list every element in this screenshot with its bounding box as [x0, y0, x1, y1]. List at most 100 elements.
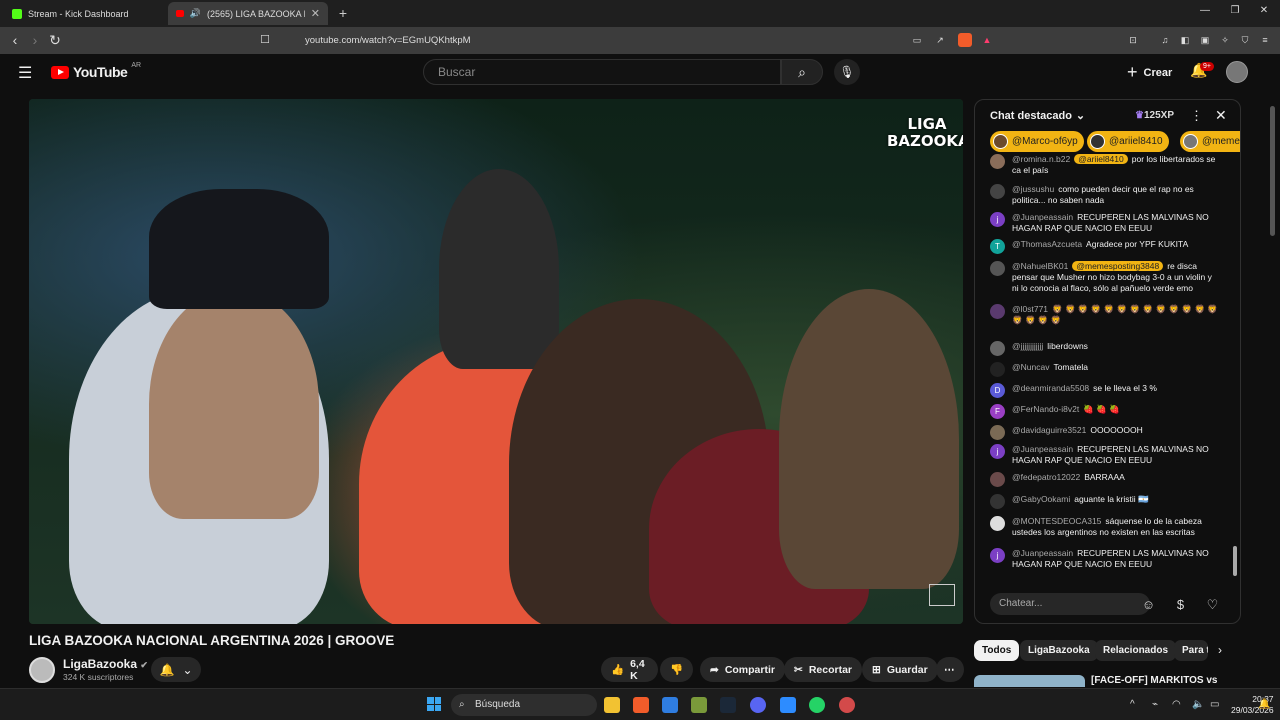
network-icon[interactable]: ⌁ — [1152, 699, 1158, 710]
chat-author[interactable]: @Nuncav — [1012, 362, 1049, 372]
windows-start-icon[interactable] — [427, 697, 441, 711]
chat-user-avatar[interactable]: T — [990, 239, 1005, 254]
chat-author[interactable]: @NahuelBK01 — [1012, 261, 1068, 271]
chat-author[interactable]: @ThomasAzcueta — [1012, 239, 1082, 249]
chat-message-list[interactable]: @romina.n.b22 @ariiel8410 por los libertar… — [975, 154, 1237, 586]
clip-button[interactable]: ✂ Recortar — [784, 657, 862, 682]
chevron-right-icon[interactable]: › — [1218, 643, 1222, 657]
back-icon[interactable]: ‹ — [6, 31, 24, 49]
chat-user-avatar[interactable]: D — [990, 383, 1005, 398]
chip-relacionados[interactable]: Relacionados — [1095, 640, 1177, 661]
restore-button[interactable]: ❐ — [1225, 5, 1245, 21]
share-icon[interactable]: ↗ — [933, 33, 947, 47]
channel-name[interactable]: LigaBazooka ✔ — [63, 657, 148, 671]
chat-author[interactable]: @FerNando-i8v2t — [1012, 404, 1079, 414]
music-icon[interactable]: ♫ — [1158, 33, 1172, 47]
cast-icon[interactable]: ▭ — [910, 33, 924, 47]
share-button[interactable]: ➦ Compartir — [700, 657, 785, 682]
bookmark-icon[interactable]: ☐ — [256, 31, 274, 49]
chat-user-avatar[interactable] — [990, 516, 1005, 531]
search-input[interactable]: Buscar — [423, 59, 781, 85]
video-player[interactable]: LIGA BAZOOKA — [29, 99, 963, 624]
recommended-title[interactable]: [FACE-OFF] MARKITOS vs — [1091, 675, 1217, 686]
close-window-button[interactable]: ✕ — [1254, 5, 1274, 21]
chat-scrollbar[interactable] — [1233, 546, 1237, 576]
chat-user-avatar[interactable] — [990, 341, 1005, 356]
chat-more-icon[interactable]: ⋮ — [1190, 108, 1203, 124]
browser-tab-kick[interactable]: Stream - Kick Dashboard — [4, 2, 166, 25]
sidebar-icon[interactable]: ◧ — [1178, 33, 1192, 47]
page-scrollbar[interactable] — [1270, 106, 1275, 236]
new-tab-button[interactable]: + — [334, 4, 352, 22]
super-chat-icon[interactable]: $ — [1172, 596, 1189, 613]
chat-user-avatar[interactable]: j — [990, 444, 1005, 459]
recommended-thumbnail[interactable] — [974, 675, 1085, 687]
pinned-user-chip[interactable]: @Marco-of6yp — [990, 131, 1084, 152]
pinned-user-chip[interactable]: @memes — [1180, 131, 1240, 152]
hamburger-menu-icon[interactable]: ☰ — [18, 65, 36, 83]
opera-icon[interactable] — [839, 697, 855, 713]
browser-tab-youtube[interactable]: 🔊 (2565) LIGA BAZOOKA NACIO ✕ — [168, 2, 328, 25]
tray-chevron-icon[interactable]: ^ — [1130, 699, 1135, 710]
chat-author[interactable]: @jjjjjjjjjjjj — [1012, 341, 1043, 351]
chat-author[interactable]: @Juanpeassain — [1012, 212, 1073, 222]
chat-mention-tag[interactable]: @ariiel8410 — [1074, 154, 1128, 164]
chat-user-avatar[interactable]: j — [990, 548, 1005, 563]
wifi-icon[interactable]: ◠ — [1172, 699, 1181, 710]
channel-avatar[interactable] — [29, 657, 55, 683]
reader-icon[interactable]: ⊡ — [1126, 33, 1140, 47]
chat-user-avatar[interactable] — [990, 494, 1005, 509]
emoji-icon[interactable]: ☺ — [1140, 596, 1157, 613]
chat-author[interactable]: @MONTESDEOCA315 — [1012, 516, 1101, 526]
chip-todos[interactable]: Todos — [974, 640, 1020, 661]
discord-icon[interactable] — [750, 697, 766, 713]
chat-user-avatar[interactable] — [990, 184, 1005, 199]
dislike-button[interactable]: 👎 — [660, 657, 693, 682]
xp-badge[interactable]: ♛125XP — [1135, 110, 1174, 121]
pinned-user-chip[interactable]: @ariiel8410 — [1087, 131, 1169, 152]
chat-user-avatar[interactable] — [990, 154, 1005, 169]
chat-author[interactable]: @deanmiranda5508 — [1012, 383, 1089, 393]
account-avatar[interactable] — [1226, 61, 1248, 83]
brave-icon[interactable] — [633, 697, 649, 713]
chat-author[interactable]: @davidaguirre3521 — [1012, 425, 1086, 435]
chat-user-avatar[interactable] — [990, 261, 1005, 276]
brave-shield-icon[interactable] — [958, 33, 972, 47]
chat-user-avatar[interactable] — [990, 304, 1005, 319]
chat-author[interactable]: @fedepatro12022 — [1012, 472, 1080, 482]
chat-author[interactable]: @GabyOokami — [1012, 494, 1070, 504]
wallet-icon[interactable]: ▣ — [1198, 33, 1212, 47]
vpn-icon[interactable]: ⛉ — [1238, 33, 1252, 47]
reload-icon[interactable]: ↻ — [46, 31, 64, 49]
store-icon[interactable] — [662, 697, 678, 713]
leo-icon[interactable]: ✧ — [1218, 33, 1232, 47]
chat-user-avatar[interactable] — [990, 472, 1005, 487]
create-button[interactable]: + Crear — [1127, 62, 1172, 83]
whatsapp-icon[interactable] — [809, 697, 825, 713]
search-button[interactable]: ⌕ — [781, 59, 823, 85]
like-button[interactable]: 👍 6,4 K — [601, 657, 658, 682]
chip-para-ti[interactable]: Para t — [1174, 640, 1208, 661]
chat-user-avatar[interactable]: F — [990, 404, 1005, 419]
chat-author[interactable]: @Juanpeassain — [1012, 548, 1073, 558]
chat-mode-dropdown[interactable]: Chat destacado ⌄ — [990, 109, 1085, 123]
battery-icon[interactable]: ▭ — [1210, 699, 1219, 710]
chat-mention-tag[interactable]: @memesposting3848 — [1072, 261, 1164, 271]
notifications-icon[interactable]: 🔔 — [1258, 699, 1270, 710]
taskbar-search[interactable]: ⌕ Búsqueda — [451, 694, 597, 716]
chat-close-icon[interactable]: ✕ — [1215, 107, 1227, 124]
brave-rewards-icon[interactable]: ▲ — [980, 33, 994, 47]
app-icon[interactable] — [691, 697, 707, 713]
steam-icon[interactable] — [720, 697, 736, 713]
chat-user-avatar[interactable] — [990, 425, 1005, 440]
subscription-bell-button[interactable]: 🔔 ⌄ — [151, 657, 201, 682]
chat-user-avatar[interactable] — [990, 362, 1005, 377]
chat-author[interactable]: @romina.n.b22 — [1012, 154, 1070, 164]
chat-user-avatar[interactable]: j — [990, 212, 1005, 227]
close-tab-icon[interactable]: ✕ — [311, 7, 320, 20]
forward-icon[interactable]: › — [26, 31, 44, 49]
chat-author[interactable]: @jussushu — [1012, 184, 1054, 194]
chat-author[interactable]: @Juanpeassain — [1012, 444, 1073, 454]
youtube-logo[interactable]: YouTube AR — [51, 62, 141, 80]
file-explorer-icon[interactable] — [604, 697, 620, 713]
